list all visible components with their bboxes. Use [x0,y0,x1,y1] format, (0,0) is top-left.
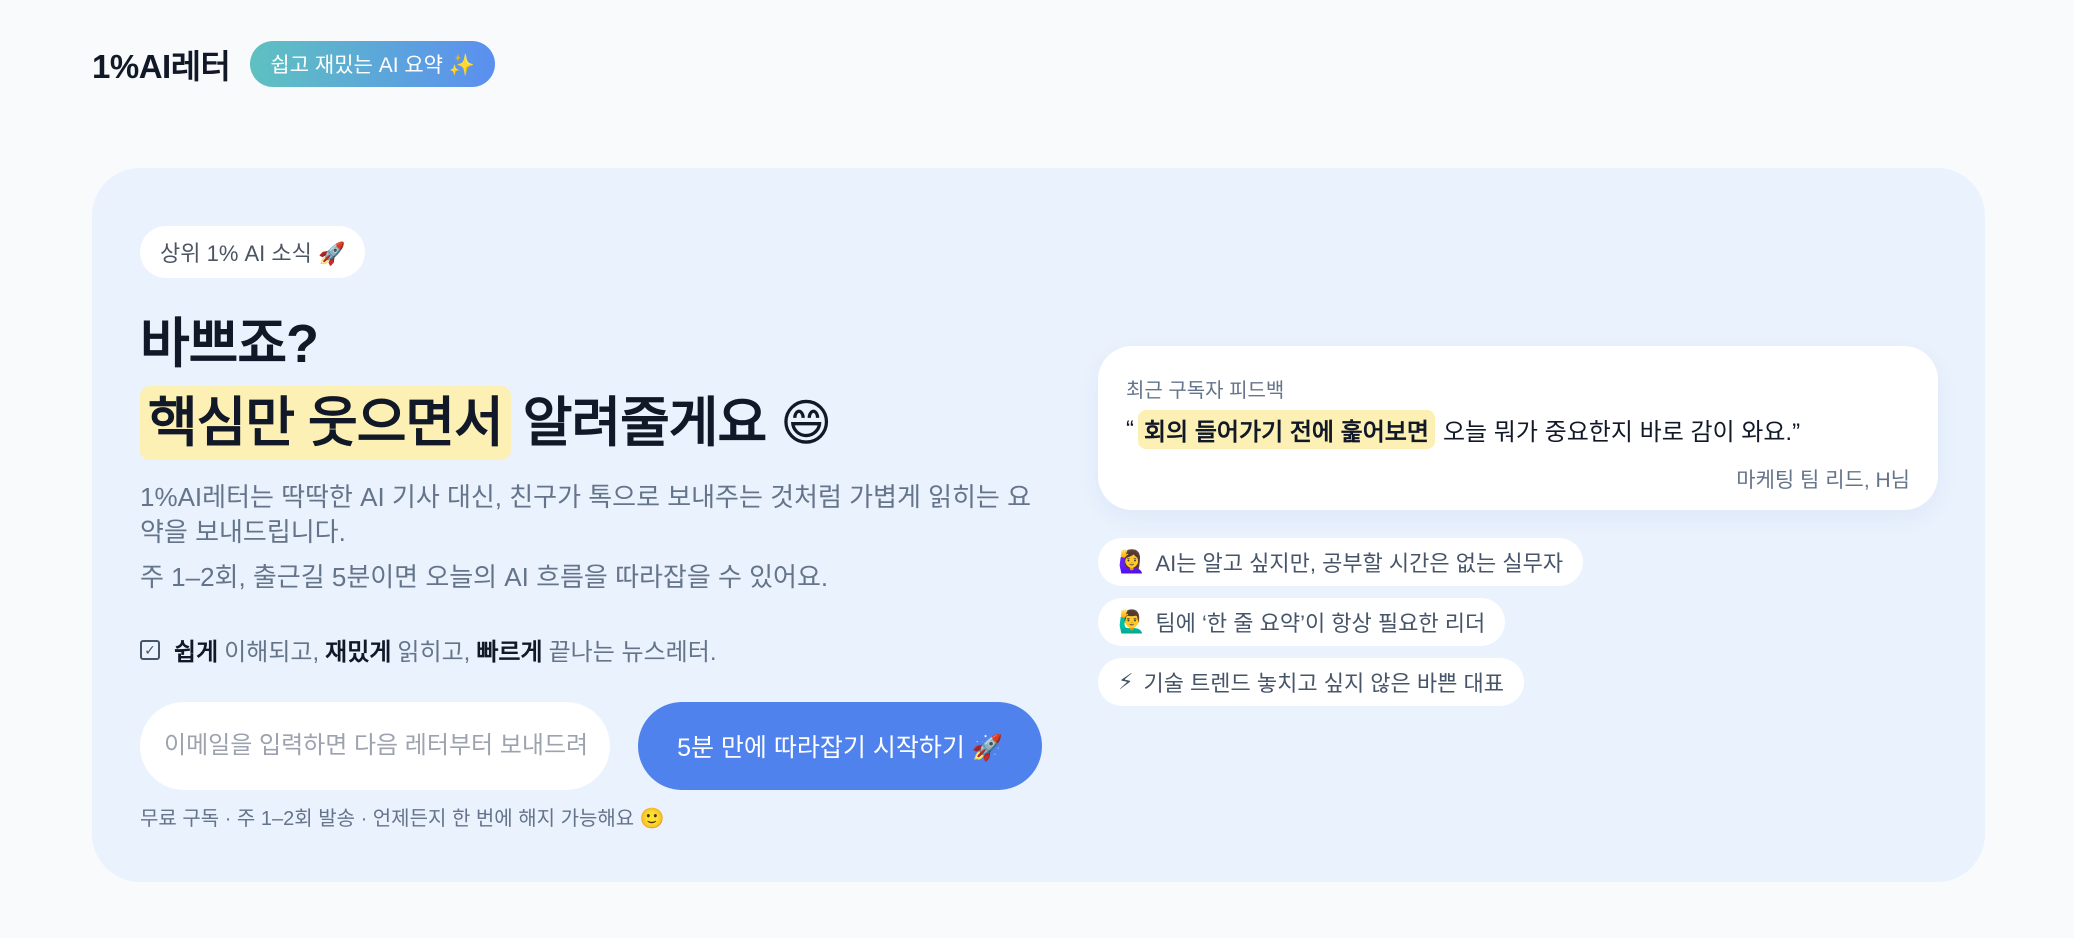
headline: 바쁘죠? 핵심만 웃으면서 알려줄게요 😄 [140,308,832,460]
feedback-label: 최근 구독자 피드백 [1126,380,1285,402]
grinning-face-icon: 😄 [780,395,832,451]
open-quote-mark: “ [1126,415,1134,443]
checkbox-icon: ✓ [140,639,160,660]
feature-bold-fun: 재밌게 [325,639,392,666]
person-raising-hand-icon: 🙋‍♀️ [1118,549,1146,574]
hero-section: 상위 1% AI 소식 🚀 바쁘죠? 핵심만 웃으면서 알려줄게요 😄 1%AI… [92,168,1985,882]
feedback-author: 마케팅 팀 리드, H님 [1736,469,1910,492]
tagline-badge: 쉽고 재밌는 AI 요약 ✨ [250,41,495,87]
persona-chip: 🙋‍♀️ AI는 알고 싶지만, 공부할 시간은 없는 실무자 [1098,538,1584,586]
feedback-quote: “ 회의 들어가기 전에 훑어보면 오늘 뭐가 중요한지 바로 감이 와요.” [1126,410,1800,449]
description-2: 주 1–2회, 출근길 5분이면 오늘의 AI 흐름을 따라잡을 수 있어요. [140,562,829,592]
headline-line-1: 바쁘죠? [140,314,319,374]
persona-chip: ⚡ 기술 트렌드 놓치고 싶지 않은 바쁜 대표 [1098,658,1524,706]
feature-checkline: ✓ 쉽게 이해되고, 재밌게 읽히고, 빠르게 끝나는 뉴스레터. [140,632,717,667]
fineprint: 무료 구독 · 주 1–2회 발송 · 언제든지 한 번에 해지 가능해요 🙂 [140,808,665,830]
headline-rest: 알려줄게요 [522,393,767,453]
feedback-quote-highlight: 회의 들어가기 전에 훑어보면 [1138,410,1435,449]
persona-text: 기술 트렌드 놓치고 싶지 않은 바쁜 대표 [1143,671,1504,696]
lightning-icon: ⚡ [1118,669,1134,694]
site-header: 1%AI레터 쉽고 재밌는 AI 요약 ✨ [92,40,495,88]
subscribe-button[interactable]: 5분 만에 따라잡기 시작하기 🚀 [638,702,1042,790]
persona-text: 팀에 ‘한 줄 요약’이 항상 필요한 리더 [1155,611,1486,636]
person-raising-hand-icon: 🙋‍♂️ [1118,609,1146,634]
feature-text-3: 끝나는 뉴스레터. [548,639,717,666]
email-input[interactable] [140,702,610,790]
feature-bold-easy: 쉽게 [174,639,219,666]
feature-bold-fast: 빠르게 [476,639,543,666]
persona-chip: 🙋‍♂️ 팀에 ‘한 줄 요약’이 항상 필요한 리더 [1098,598,1506,646]
feature-text-2: 읽히고, [397,639,471,666]
feedback-quote-rest: 오늘 뭐가 중요한지 바로 감이 와요.” [1442,419,1801,446]
persona-text: AI는 알고 싶지만, 공부할 시간은 없는 실무자 [1155,551,1564,576]
logo[interactable]: 1%AI레터 [92,40,231,88]
feedback-card: 최근 구독자 피드백 “ 회의 들어가기 전에 훑어보면 오늘 뭐가 중요한지 … [1098,346,1938,510]
feature-text-1: 이해되고, [224,639,320,666]
description-1: 1%AI레터는 딱딱한 AI 기사 대신, 친구가 톡으로 보내주는 것처럼 가… [140,482,1031,547]
top-badge: 상위 1% AI 소식 🚀 [140,226,366,278]
headline-line-2: 핵심만 웃으면서 알려줄게요 😄 [140,386,832,460]
headline-highlight: 핵심만 웃으면서 [140,386,511,460]
